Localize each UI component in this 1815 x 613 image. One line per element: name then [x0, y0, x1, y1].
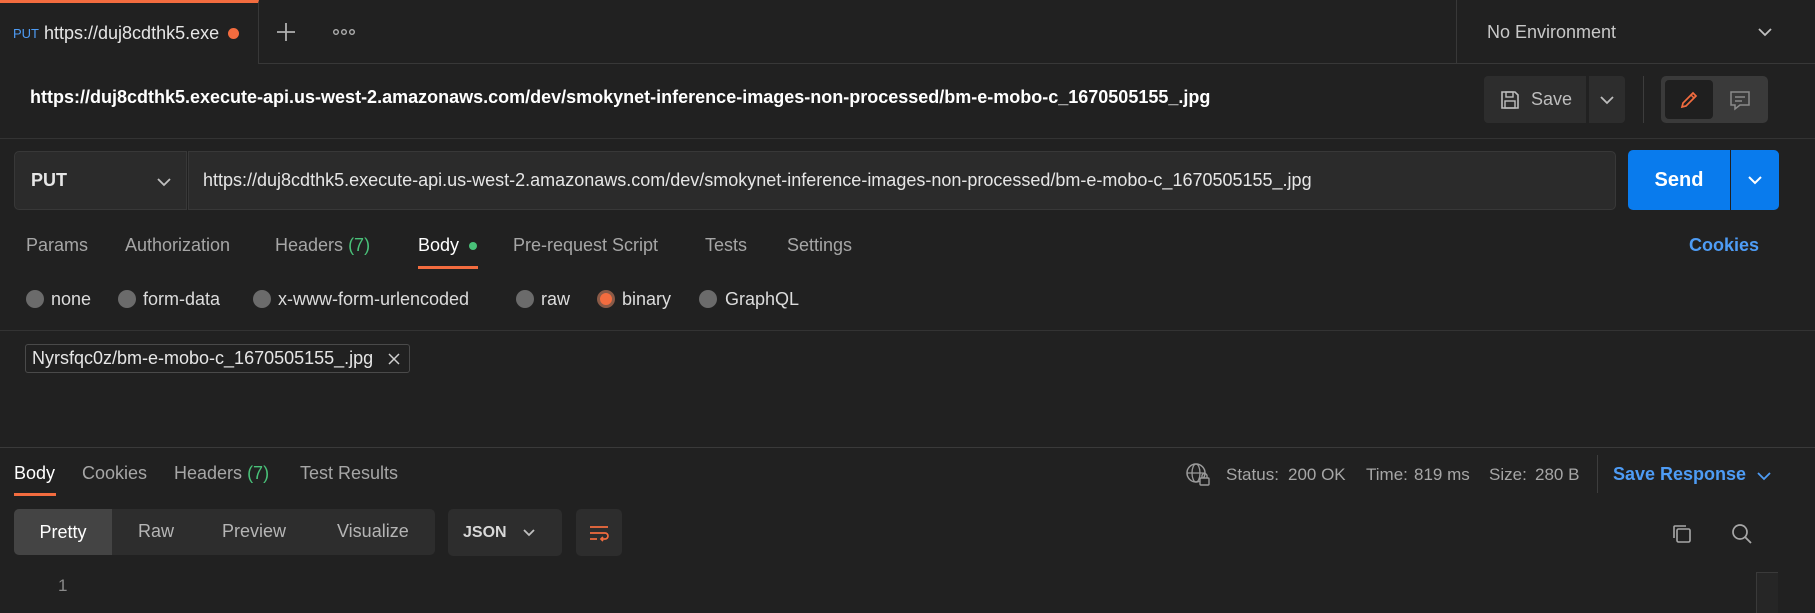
request-tab[interactable]: PUT https://duj8cdthk5.exe: [0, 0, 259, 64]
status-value[interactable]: 200 OK: [1288, 465, 1346, 485]
chevron-down-icon: [155, 173, 173, 191]
tab-headers[interactable]: Headers (7): [275, 235, 370, 256]
globe-lock-icon[interactable]: [1184, 461, 1212, 489]
environment-label: No Environment: [1487, 21, 1617, 42]
tab-params[interactable]: Params: [26, 235, 88, 256]
chevron-down-icon[interactable]: [1755, 467, 1773, 485]
selected-file: Nyrsfqc0z/bm-e-mobo-c_1670505155_.jpg: [25, 344, 411, 373]
divider: [0, 447, 1815, 448]
chevron-down-icon: [1755, 22, 1775, 42]
send-dropdown-button[interactable]: [1731, 150, 1779, 210]
comment-mode-button[interactable]: [1716, 80, 1764, 119]
url-text: https://duj8cdthk5.execute-api.us-west-2…: [203, 170, 1312, 190]
radio-graphql[interactable]: [699, 290, 717, 308]
copy-icon[interactable]: [1670, 522, 1694, 546]
format-select[interactable]: JSON: [448, 509, 562, 556]
edit-mode-button[interactable]: [1665, 80, 1713, 119]
tab-method-label: PUT: [13, 26, 39, 41]
response-tab-test-results[interactable]: Test Results: [300, 463, 398, 484]
response-tab-headers-label: Headers: [174, 463, 243, 483]
wrap-lines-button[interactable]: [576, 509, 622, 556]
save-icon: [1499, 89, 1521, 111]
radio-none-label[interactable]: none: [51, 289, 91, 310]
save-label: Save: [1531, 89, 1573, 109]
comment-icon: [1728, 88, 1752, 112]
headers-count: (7): [348, 235, 371, 255]
url-input[interactable]: https://duj8cdthk5.execute-api.us-west-2…: [188, 151, 1616, 210]
chevron-down-icon: [1598, 91, 1616, 109]
active-tab-underline: [418, 266, 478, 269]
radio-none[interactable]: [26, 290, 44, 308]
cookies-link[interactable]: Cookies: [1689, 235, 1759, 256]
tab-prerequest-script[interactable]: Pre-request Script: [513, 235, 658, 256]
tab-body[interactable]: Body: [418, 235, 459, 256]
view-pretty-button[interactable]: Pretty: [14, 509, 112, 555]
more-icon[interactable]: [330, 18, 358, 46]
radio-raw-label[interactable]: raw: [541, 289, 570, 310]
tab-title: https://duj8cdthk5.exe: [44, 23, 220, 43]
divider: [1597, 455, 1598, 493]
size-value[interactable]: 280 B: [1535, 465, 1579, 485]
pencil-icon: [1677, 88, 1701, 112]
radio-graphql-label[interactable]: GraphQL: [725, 289, 799, 310]
tab-authorization[interactable]: Authorization: [125, 235, 230, 256]
response-tab-cookies[interactable]: Cookies: [82, 463, 147, 484]
response-tab-headers[interactable]: Headers (7): [174, 463, 269, 484]
save-dropdown-button[interactable]: [1589, 76, 1625, 123]
time-label: Time:: [1366, 465, 1408, 484]
divider: [0, 138, 1815, 139]
radio-form-data[interactable]: [118, 290, 136, 308]
file-name: Nyrsfqc0z/bm-e-mobo-c_1670505155_.jpg: [32, 348, 374, 368]
radio-urlencoded[interactable]: [253, 290, 271, 308]
view-pretty-label: Pretty: [39, 521, 87, 542]
save-response-button[interactable]: Save Response: [1613, 464, 1746, 485]
tab-headers-label: Headers: [275, 235, 344, 255]
send-button[interactable]: Send: [1628, 150, 1730, 210]
radio-raw[interactable]: [516, 290, 534, 308]
close-icon[interactable]: [387, 352, 401, 366]
chevron-down-icon: [521, 525, 537, 541]
size-label: Size:: [1489, 465, 1527, 484]
active-tab-underline: [14, 493, 56, 496]
divider: [0, 330, 1815, 331]
line-number: 1: [58, 576, 68, 595]
wrap-icon: [587, 521, 611, 545]
send-label: Send: [1654, 168, 1704, 191]
scrollbar[interactable]: [1756, 572, 1778, 613]
radio-form-data-label[interactable]: form-data: [143, 289, 220, 310]
format-label: JSON: [463, 523, 507, 541]
body-indicator-dot: [469, 242, 477, 250]
method-label: PUT: [31, 170, 67, 190]
radio-urlencoded-label[interactable]: x-www-form-urlencoded: [278, 289, 469, 310]
response-tab-body[interactable]: Body: [14, 463, 55, 484]
view-preview-button[interactable]: Preview: [222, 521, 286, 542]
radio-binary-label[interactable]: binary: [622, 289, 671, 310]
time-value[interactable]: 819 ms: [1414, 465, 1470, 485]
unsaved-indicator: [228, 28, 240, 39]
tab-tests[interactable]: Tests: [705, 235, 747, 256]
divider: [1643, 76, 1644, 123]
view-visualize-button[interactable]: Visualize: [337, 521, 409, 542]
chevron-down-icon: [1746, 171, 1764, 189]
search-icon[interactable]: [1730, 522, 1754, 546]
view-raw-button[interactable]: Raw: [138, 521, 174, 542]
save-button[interactable]: Save: [1484, 76, 1586, 123]
request-title[interactable]: https://duj8cdthk5.execute-api.us-west-2…: [30, 87, 1210, 108]
plus-icon[interactable]: [272, 18, 300, 46]
tab-settings[interactable]: Settings: [787, 235, 852, 256]
radio-binary[interactable]: [597, 290, 615, 308]
response-headers-count: (7): [247, 463, 270, 483]
status-label: Status:: [1226, 465, 1279, 484]
